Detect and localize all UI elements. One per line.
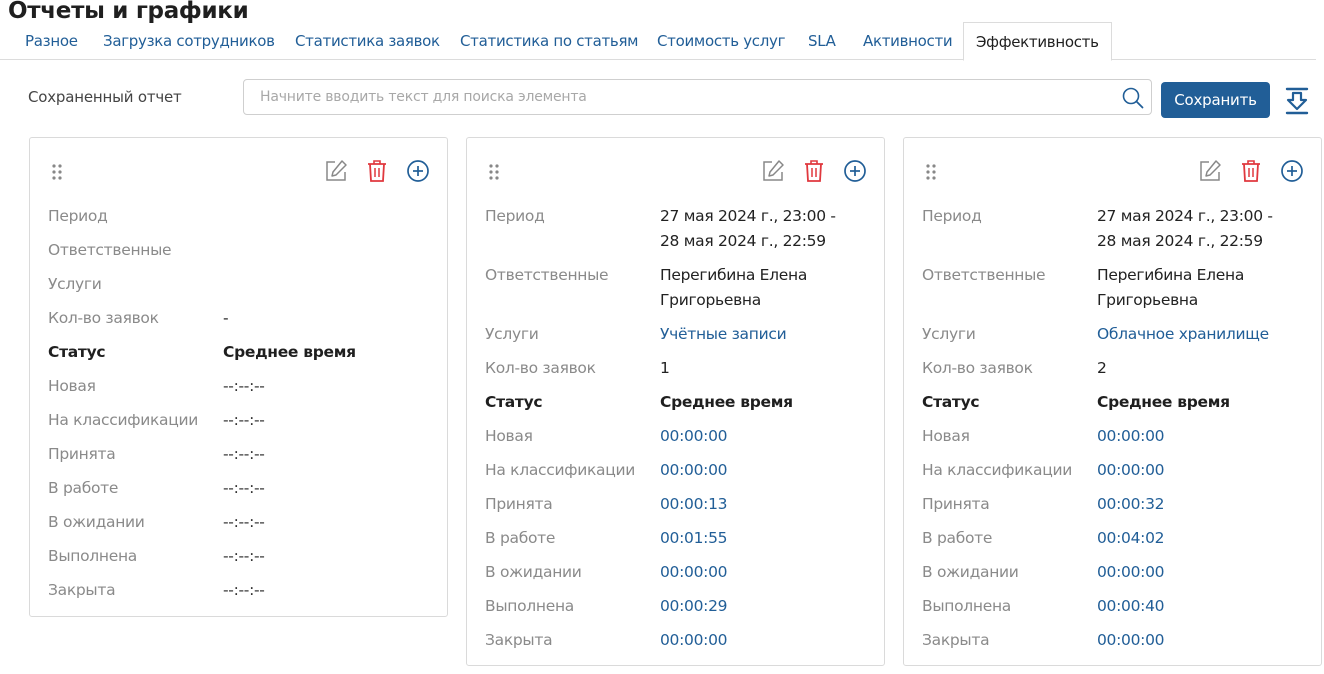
report-card: Период 27 мая 2024 г., 23:00 -28 мая 2024…	[903, 137, 1322, 666]
status-row: Выполнена --:--:--	[48, 547, 265, 565]
report-card: Период Ответственные Услуги Кол-во заяво…	[29, 137, 448, 617]
saved-report-label: Сохраненный отчет	[28, 88, 182, 106]
trash-icon[interactable]	[1239, 158, 1263, 184]
status-row: Закрыта 00:00:00	[485, 631, 728, 649]
status-header-row: Статус Среднее время	[922, 393, 1230, 411]
responsible-row: Ответственные Перегибина Елена Григорьевна	[922, 266, 1245, 309]
edit-icon[interactable]	[1197, 158, 1223, 184]
status-header-row: Статус Среднее время	[485, 393, 793, 411]
status-row: На классификации 00:00:00	[485, 461, 728, 479]
tab-sla[interactable]: SLA	[796, 22, 848, 60]
status-row: Новая 00:00:00	[922, 427, 1165, 445]
saved-report-search	[243, 79, 1152, 115]
requests-count-row: Кол-во заявок 2	[922, 352, 1312, 386]
status-row: Закрыта 00:00:00	[922, 631, 1165, 649]
status-row: Выполнена 00:00:29	[485, 597, 728, 615]
status-row: Принята --:--:--	[48, 445, 265, 463]
service-link[interactable]: Учётные записи	[660, 322, 875, 347]
services-row: Услуги Облачное хранилище	[922, 318, 1312, 352]
status-header-row: Статус Среднее время	[48, 343, 356, 361]
status-row: В работе 00:01:55	[485, 529, 728, 547]
tab-efficiency[interactable]: Эффективность	[963, 22, 1112, 61]
status-row: Новая 00:00:00	[485, 427, 728, 445]
status-row: Принята 00:00:32	[922, 495, 1165, 513]
search-icon[interactable]	[1121, 86, 1145, 110]
responsible-patronymic: Григорьевна	[1097, 291, 1198, 309]
responsible-row: Ответственные	[48, 241, 172, 259]
status-row: Выполнена 00:00:40	[922, 597, 1165, 615]
period-end: 28 мая 2024 г., 22:59	[660, 232, 826, 250]
requests-count-value: 1	[660, 359, 670, 377]
download-icon[interactable]	[1284, 86, 1310, 116]
responsible-row: Ответственные Перегибина Елена Григорьевна	[485, 266, 808, 309]
search-input[interactable]	[244, 80, 1104, 114]
responsible-name: Перегибина Елена	[1097, 266, 1245, 284]
trash-icon[interactable]	[802, 158, 826, 184]
status-row: Закрыта --:--:--	[48, 581, 265, 599]
card-rows: Период 27 мая 2024 г., 23:00 -28 мая 2024…	[922, 200, 1312, 658]
report-tabs: Разное Загрузка сотрудников Статистика з…	[0, 22, 1316, 61]
responsible-patronymic: Григорьевна	[660, 291, 761, 309]
period-row: Период 27 мая 2024 г., 23:00 -28 мая 2024…	[485, 207, 836, 250]
service-link[interactable]: Облачное хранилище	[1097, 322, 1312, 347]
card-rows: Период 27 мая 2024 г., 23:00 -28 мая 2024…	[485, 200, 875, 658]
responsible-name: Перегибина Елена	[660, 266, 808, 284]
period-start: 27 мая 2024 г., 23:00 -	[1097, 207, 1273, 225]
services-row: Услуги Учётные записи	[485, 318, 875, 352]
period-row: Период	[48, 207, 108, 225]
add-circle-icon[interactable]	[842, 158, 868, 184]
add-circle-icon[interactable]	[405, 158, 431, 184]
tab-activities[interactable]: Активности	[851, 22, 964, 60]
tab-staff-load[interactable]: Загрузка сотрудников	[91, 22, 287, 60]
edit-icon[interactable]	[323, 158, 349, 184]
card-rows: Период Ответственные Услуги Кол-во заяво…	[48, 200, 438, 608]
status-row: В ожидании 00:00:00	[922, 563, 1165, 581]
status-row: В ожидании 00:00:00	[485, 563, 728, 581]
page-title: Отчеты и графики	[8, 0, 249, 24]
period-start: 27 мая 2024 г., 23:00 -	[660, 207, 836, 225]
save-button[interactable]: Сохранить	[1161, 82, 1270, 118]
tab-service-cost[interactable]: Стоимость услуг	[645, 22, 797, 60]
report-card: Период 27 мая 2024 г., 23:00 -28 мая 2024…	[466, 137, 885, 666]
requests-count-value: -	[223, 309, 229, 327]
drag-handle-icon[interactable]	[924, 163, 938, 181]
requests-count-value: 2	[1097, 359, 1107, 377]
drag-handle-icon[interactable]	[487, 163, 501, 181]
add-circle-icon[interactable]	[1279, 158, 1305, 184]
requests-count-row: Кол-во заявок -	[48, 302, 438, 336]
status-row: Новая --:--:--	[48, 377, 265, 395]
edit-icon[interactable]	[760, 158, 786, 184]
status-row: На классификации 00:00:00	[922, 461, 1165, 479]
period-end: 28 мая 2024 г., 22:59	[1097, 232, 1263, 250]
tab-request-stats[interactable]: Статистика заявок	[283, 22, 452, 60]
status-row: Принята 00:00:13	[485, 495, 728, 513]
tab-misc[interactable]: Разное	[13, 22, 90, 60]
status-row: На классификации --:--:--	[48, 411, 265, 429]
status-row: В ожидании --:--:--	[48, 513, 265, 531]
drag-handle-icon[interactable]	[50, 163, 64, 181]
requests-count-row: Кол-во заявок 1	[485, 352, 875, 386]
trash-icon[interactable]	[365, 158, 389, 184]
status-row: В работе 00:04:02	[922, 529, 1165, 547]
status-row: В работе --:--:--	[48, 479, 265, 497]
period-row: Период 27 мая 2024 г., 23:00 -28 мая 2024…	[922, 207, 1273, 250]
services-row: Услуги	[48, 275, 102, 293]
tab-article-stats[interactable]: Статистика по статьям	[448, 22, 650, 60]
